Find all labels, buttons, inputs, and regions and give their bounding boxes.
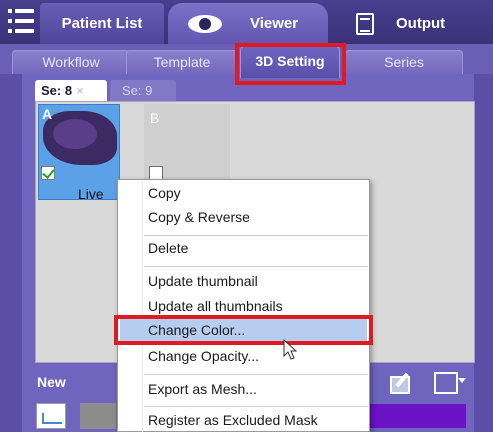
close-icon[interactable]: × [76,83,84,98]
tab-3d-setting[interactable]: 3D Setting [240,46,340,78]
visibility-checkbox-b[interactable] [149,166,163,180]
visibility-checkbox-a[interactable] [41,166,55,180]
menu-item-export-mesh[interactable]: Export as Mesh... [148,381,257,397]
menu-item-copy-reverse[interactable]: Copy & Reverse [148,209,250,225]
menu-item-update-all-thumbnails[interactable]: Update all thumbnails [148,298,283,314]
menu-item-register-excluded-mask[interactable]: Register as Excluded Mask [148,412,318,428]
edit-mask-icon[interactable] [388,370,414,394]
thumbnail-a-letter: A [42,106,53,122]
menu-item-update-thumbnail[interactable]: Update thumbnail [148,273,258,289]
context-menu: Copy Copy & Reverse Delete Update thumbn… [117,179,370,432]
app-window: Patient List Viewer Output Workflow Temp… [0,0,493,432]
menu-divider [144,266,368,267]
menu-divider [144,235,368,236]
tab-series[interactable]: Series [345,50,463,74]
thumbnail-b-letter: B [150,110,160,126]
tab-patient-list-label: Patient List [61,15,143,32]
tab-output-label: Output [396,15,446,32]
hamburger-list-icon[interactable] [8,8,34,34]
menu-item-copy[interactable]: Copy [148,185,181,201]
layout-dropdown-icon[interactable] [432,370,466,394]
eye-icon [188,14,222,33]
series-tab-se8[interactable]: Se: 8 × [35,80,107,102]
thumbnail-a-label: Live [78,186,104,202]
tab-viewer[interactable]: Viewer [168,3,328,44]
tab-viewer-label: Viewer [250,15,299,32]
mouse-pointer-icon [283,339,298,360]
menu-item-change-opacity[interactable]: Change Opacity... [148,348,259,364]
menu-item-delete[interactable]: Delete [148,240,188,256]
series-tab-se9[interactable]: Se: 9 [110,80,176,102]
menu-divider [144,406,368,407]
output-document-icon [356,12,374,35]
tab-patient-list[interactable]: Patient List [40,3,164,44]
liver-render-image [43,111,117,165]
color-swatch-gray[interactable] [80,403,116,429]
menu-item-change-color[interactable]: Change Color... [148,322,245,338]
tab-workflow[interactable]: Workflow [12,50,130,74]
line-graph-icon[interactable] [36,403,66,429]
menu-divider [144,374,368,375]
tab-template[interactable]: Template [126,50,238,74]
color-swatch-purple[interactable] [370,404,466,428]
series-tab-se8-label: Se: 8 [41,83,73,98]
tab-output[interactable]: Output [338,3,493,44]
menu-gutter [142,180,143,432]
new-button[interactable]: New [37,374,66,390]
